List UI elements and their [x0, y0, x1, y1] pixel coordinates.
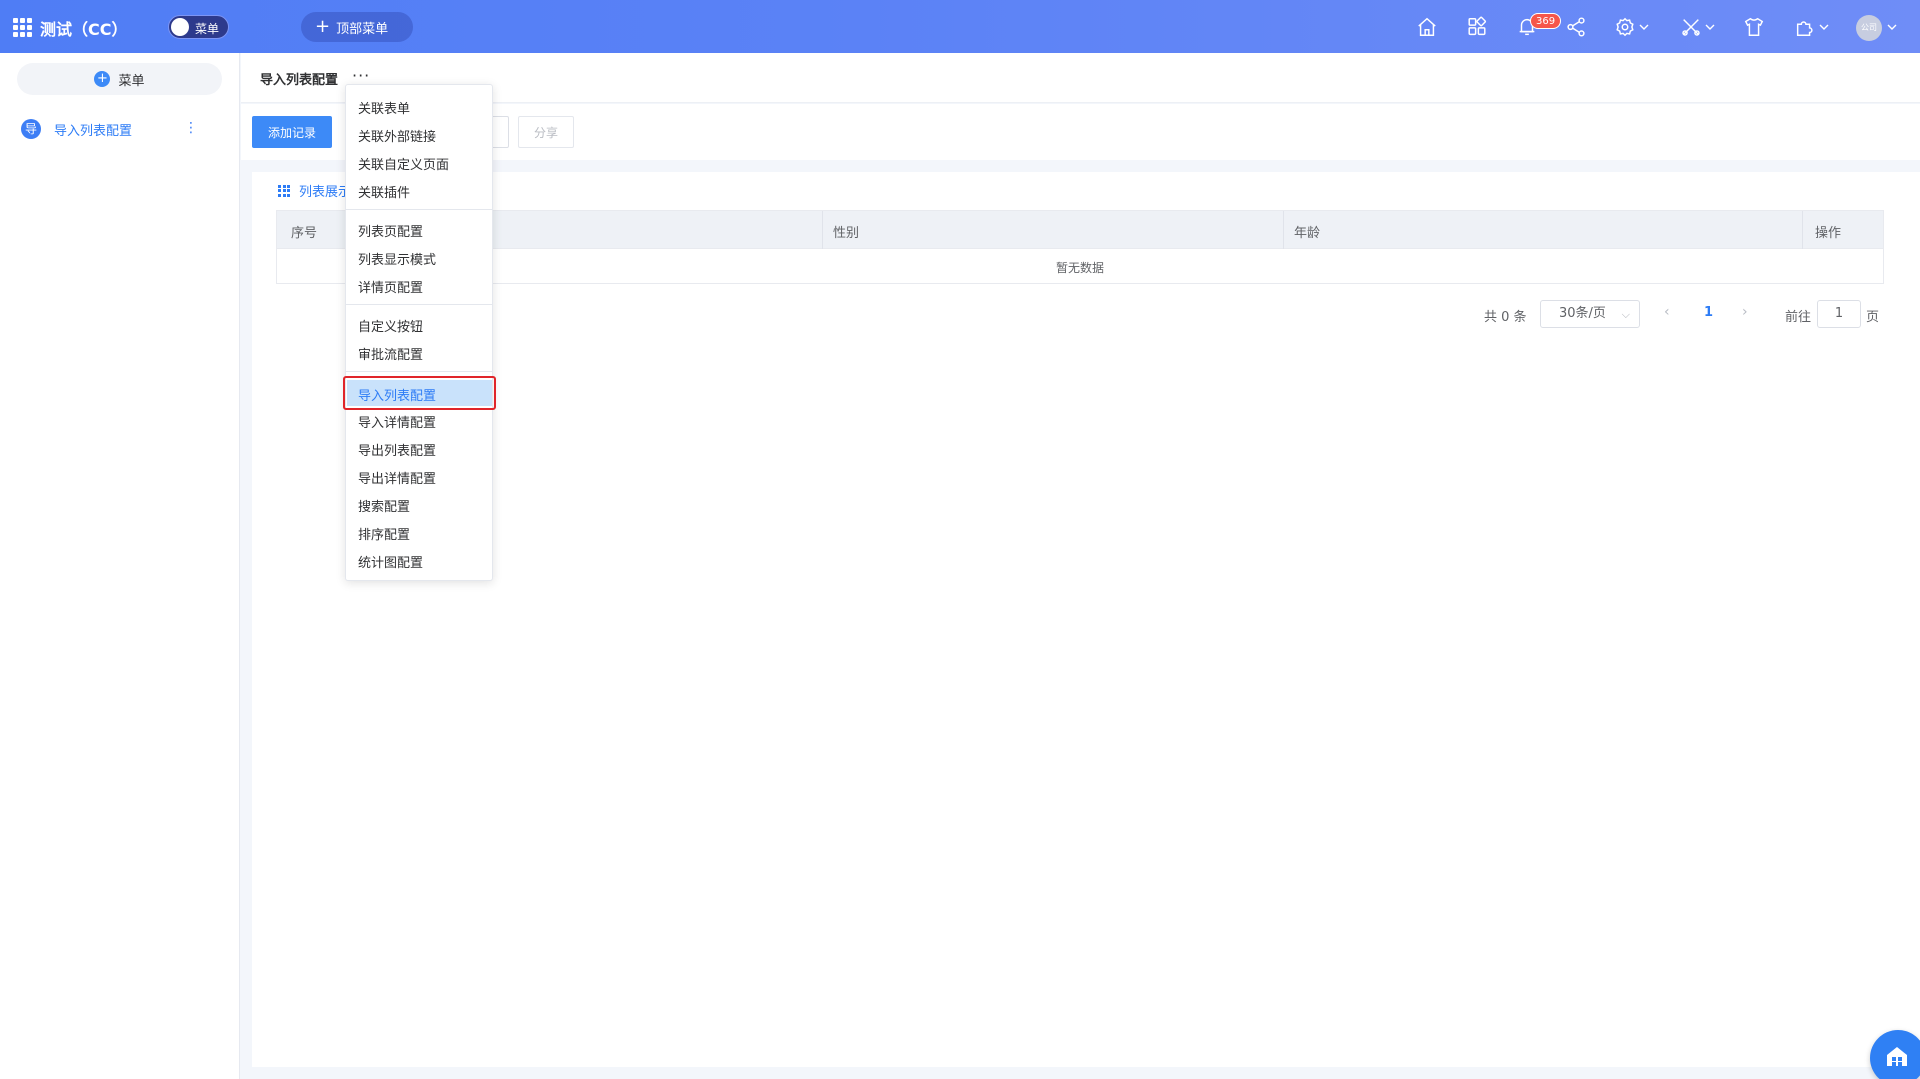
list-card: 列表展示 序号 性别 年龄 操作 暂无数据 共 0 条 30条/页 ⌵ ‹ 1 …	[252, 172, 1920, 1067]
apps-icon[interactable]	[1466, 16, 1488, 38]
home-fab-icon	[1887, 1047, 1907, 1066]
table-header: 序号 性别 年龄 操作	[277, 211, 1883, 249]
toggle-label: 菜单	[195, 22, 220, 36]
menu-item-export-detail-config[interactable]: 导出详情配置	[358, 468, 436, 487]
data-table: 序号 性别 年龄 操作 暂无数据	[276, 210, 1884, 284]
notification-badge: 369	[1530, 13, 1562, 29]
sidebar-item-import-list-config[interactable]: 导 导入列表配置 ⋮	[0, 113, 240, 145]
goto-page-input[interactable]: 1	[1817, 300, 1861, 328]
page-unit-label: 页	[1866, 310, 1880, 325]
chevron-down-icon: ⌵	[1621, 308, 1630, 321]
plus-icon: +	[315, 16, 331, 37]
prev-page-icon[interactable]: ‹	[1664, 304, 1670, 320]
top-bar: 测试（CC） 菜单 + 顶部菜单 369 公司	[0, 0, 1920, 53]
column-header-gender: 性别	[833, 226, 860, 241]
menu-divider	[346, 304, 492, 305]
grid-icon	[278, 184, 290, 197]
goto-label: 前往	[1785, 310, 1812, 325]
home-fab-button[interactable]	[1870, 1030, 1920, 1079]
page-size-value: 30条/页	[1559, 306, 1606, 321]
page-options-dropdown: 关联表单 关联外部链接 关联自定义页面 关联插件 列表页配置 列表显示模式 详情…	[343, 84, 496, 581]
menu-item-chart-config[interactable]: 统计图配置	[358, 552, 423, 571]
column-header-age: 年龄	[1294, 226, 1321, 241]
share-button[interactable]: 分享	[518, 116, 574, 148]
toggle-knob	[171, 18, 189, 36]
menu-item-link-form[interactable]: 关联表单	[358, 98, 410, 117]
sidebar-item-icon: 导	[21, 119, 41, 139]
menu-item-list-page-config[interactable]: 列表页配置	[358, 221, 423, 240]
column-divider	[1802, 211, 1803, 249]
kebab-menu-icon[interactable]: ⋮	[184, 121, 198, 135]
sidebar: + 菜单 导 导入列表配置 ⋮	[0, 53, 240, 1079]
table-empty-row: 暂无数据	[277, 249, 1883, 283]
shirt-icon[interactable]	[1743, 16, 1765, 38]
view-tab-list[interactable]: 列表展示	[278, 181, 351, 200]
page-number-current[interactable]: 1	[1704, 305, 1713, 320]
column-header-index: 序号	[291, 226, 318, 241]
share-icon[interactable]	[1565, 16, 1587, 38]
menu-item-search-config[interactable]: 搜索配置	[358, 496, 410, 515]
menu-item-approval-flow[interactable]: 审批流配置	[358, 344, 423, 363]
plus-circle-icon: +	[94, 71, 111, 87]
menu-item-import-list-config[interactable]: 导入列表配置	[343, 376, 496, 410]
menu-toggle[interactable]: 菜单	[168, 15, 229, 39]
sidebar-item-label: 导入列表配置	[54, 123, 133, 139]
hidden-toolbar-button[interactable]	[491, 116, 509, 148]
menu-item-list-display-mode[interactable]: 列表显示模式	[358, 249, 436, 268]
pagination-total: 共 0 条	[1484, 310, 1527, 325]
plugin-icon[interactable]	[1794, 16, 1816, 38]
gear-icon[interactable]	[1614, 16, 1636, 38]
menu-item-link-plugin[interactable]: 关联插件	[358, 182, 410, 201]
chevron-down-icon[interactable]	[1705, 22, 1715, 32]
top-menu-button[interactable]: + 顶部菜单	[301, 12, 413, 42]
column-divider	[1283, 211, 1284, 249]
menu-divider	[346, 209, 492, 210]
menu-button-label: 菜单	[118, 73, 145, 89]
add-record-button[interactable]: 添加记录	[252, 116, 332, 148]
chevron-down-icon[interactable]	[1887, 22, 1897, 32]
menu-item-label: 导入列表配置	[358, 389, 437, 404]
more-options-icon[interactable]: ···	[352, 66, 370, 85]
add-menu-button[interactable]: + 菜单	[17, 63, 222, 95]
app-title: 测试（CC）	[40, 20, 128, 39]
chevron-down-icon[interactable]	[1819, 22, 1829, 32]
menu-item-export-list-config[interactable]: 导出列表配置	[358, 440, 436, 459]
view-tab-label: 列表展示	[299, 185, 352, 200]
menu-item-import-detail-config[interactable]: 导入详情配置	[358, 412, 436, 431]
column-divider	[822, 211, 823, 249]
menu-divider	[346, 371, 492, 372]
page-title: 导入列表配置	[260, 73, 339, 88]
column-header-actions: 操作	[1815, 226, 1842, 241]
menu-item-link-custom-page[interactable]: 关联自定义页面	[358, 154, 449, 173]
chevron-down-icon[interactable]	[1639, 22, 1649, 32]
page-size-select[interactable]: 30条/页 ⌵	[1540, 300, 1640, 328]
home-icon[interactable]	[1416, 16, 1438, 38]
top-menu-label: 顶部菜单	[336, 21, 389, 37]
menu-item-link-external[interactable]: 关联外部链接	[358, 126, 436, 145]
menu-item-detail-page-config[interactable]: 详情页配置	[358, 277, 423, 296]
menu-item-sort-config[interactable]: 排序配置	[358, 524, 410, 543]
pagination: 共 0 条 30条/页 ⌵ ‹ 1 › 前往 1 页	[252, 300, 1884, 328]
menu-item-custom-button[interactable]: 自定义按钮	[358, 316, 423, 335]
next-page-icon[interactable]: ›	[1742, 304, 1748, 320]
empty-text: 暂无数据	[1055, 261, 1104, 275]
tools-icon[interactable]	[1680, 16, 1702, 38]
avatar[interactable]: 公司	[1856, 15, 1882, 41]
apps-grid-icon[interactable]	[13, 18, 32, 37]
